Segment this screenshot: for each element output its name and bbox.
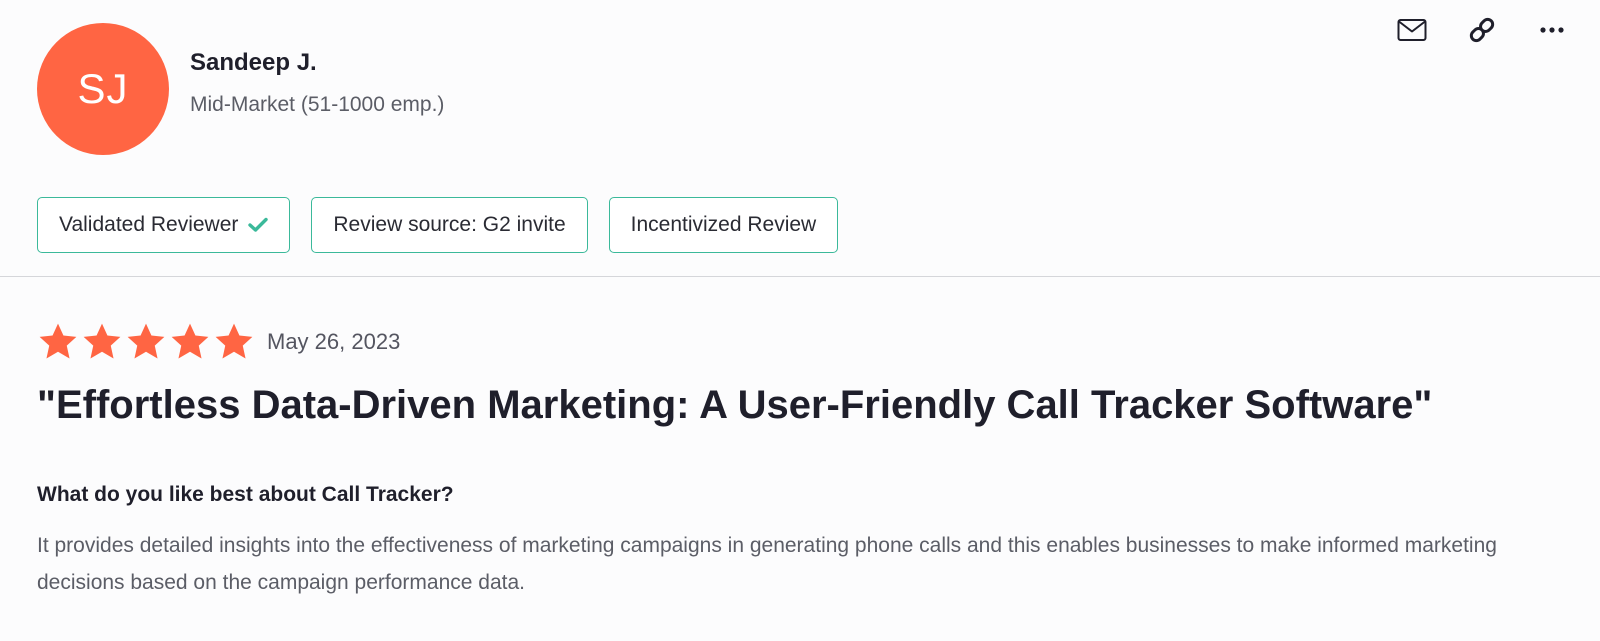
copy-link-button[interactable]: [1459, 12, 1505, 48]
reviewer-name[interactable]: Sandeep J.: [190, 49, 317, 77]
more-options-icon: [1540, 27, 1564, 33]
email-button[interactable]: [1389, 12, 1435, 48]
review-actions: [1389, 12, 1575, 48]
star-icon: [39, 323, 77, 359]
reviewer-avatar: SJ: [37, 23, 169, 155]
more-options-button[interactable]: [1529, 12, 1575, 48]
star-icon: [215, 323, 253, 359]
incentivized-review-label: Incentivized Review: [630, 213, 817, 236]
checkmark-icon: [248, 217, 269, 233]
rating-row: May 26, 2023: [37, 321, 400, 363]
star-icon: [171, 323, 209, 359]
incentivized-review-badge[interactable]: Incentivized Review: [608, 197, 839, 253]
review-answer: It provides detailed insights into the e…: [37, 534, 1497, 594]
star-rating: [37, 321, 255, 363]
review-question: What do you like best about Call Tracker…: [37, 483, 454, 506]
review-source-badge[interactable]: Review source: G2 invite: [311, 197, 588, 253]
star-icon: [127, 323, 165, 359]
star-icon: [83, 323, 121, 359]
reviewer-company-segment: Mid-Market (51-1000 emp.): [190, 93, 445, 116]
link-icon: [1469, 17, 1495, 43]
envelope-icon: [1397, 19, 1427, 41]
review-date: May 26, 2023: [267, 329, 401, 354]
avatar-initials: SJ: [77, 65, 129, 112]
validated-reviewer-label: Validated Reviewer: [59, 213, 239, 236]
review-title[interactable]: "Effortless Data-Driven Marketing: A Use…: [37, 383, 1432, 428]
review-source-label: Review source: G2 invite: [333, 213, 566, 236]
section-divider: [0, 276, 1600, 277]
validated-reviewer-badge[interactable]: Validated Reviewer: [37, 197, 291, 253]
reviewer-badges: Validated Reviewer Review source: G2 inv…: [37, 197, 839, 253]
